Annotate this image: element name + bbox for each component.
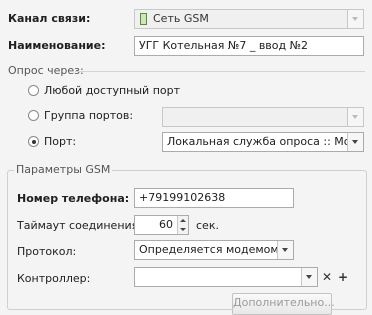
controller-label: Контроллер:: [17, 272, 91, 285]
timeout-unit: сек.: [196, 219, 219, 232]
channel-value: Сеть GSM: [153, 12, 209, 25]
timeout-value: 60: [159, 218, 173, 231]
port-select[interactable]: Локальная служба опроса :: Модем GSM: [162, 132, 364, 152]
poll-divider: [75, 71, 365, 72]
port-group-dropdown-arrow[interactable]: [347, 108, 363, 126]
poll-label: Опрос через:: [8, 64, 84, 77]
protocol-value: Определяется модемом: [139, 243, 279, 256]
port-group-select[interactable]: [162, 107, 364, 127]
radio-port[interactable]: [28, 136, 39, 147]
phone-label: Номер телефона:: [17, 192, 130, 205]
channel-label: Канал связи:: [8, 12, 91, 25]
timeout-input[interactable]: 60: [134, 215, 189, 235]
port-value: Локальная служба опроса :: Модем GSM: [167, 135, 363, 148]
more-button[interactable]: Дополнительно...: [232, 293, 335, 315]
port-dropdown-arrow[interactable]: [347, 133, 363, 151]
radio-any-port-label[interactable]: Любой доступный порт: [44, 84, 180, 98]
add-icon[interactable]: +: [336, 269, 350, 285]
protocol-select[interactable]: Определяется модемом: [134, 240, 294, 260]
spin-up-icon[interactable]: [180, 219, 186, 222]
timeout-label: Таймаут соединения:: [17, 219, 142, 232]
timeout-spinner[interactable]: [177, 216, 188, 234]
phone-icon: [140, 13, 147, 25]
controller-select[interactable]: [134, 267, 318, 287]
radio-port-group[interactable]: [28, 110, 39, 121]
channel-select[interactable]: Сеть GSM: [134, 9, 364, 29]
name-label: Наименование:: [8, 39, 106, 52]
protocol-dropdown-arrow[interactable]: [277, 241, 293, 259]
radio-any-port[interactable]: [28, 85, 39, 96]
controller-dropdown-arrow[interactable]: [301, 268, 317, 286]
name-input[interactable]: УГГ Котельная №7 _ ввод №2: [134, 36, 364, 56]
protocol-label: Протокол:: [17, 245, 77, 258]
radio-port-label[interactable]: Порт:: [44, 135, 76, 149]
radio-port-group-label[interactable]: Группа портов:: [44, 109, 133, 123]
phone-input[interactable]: +79199102638: [134, 188, 294, 208]
clear-icon[interactable]: ✕: [320, 269, 334, 285]
spin-down-icon[interactable]: [180, 228, 186, 231]
channel-dropdown-arrow[interactable]: [347, 10, 363, 28]
gsm-panel-title: Параметры GSM: [14, 163, 113, 177]
